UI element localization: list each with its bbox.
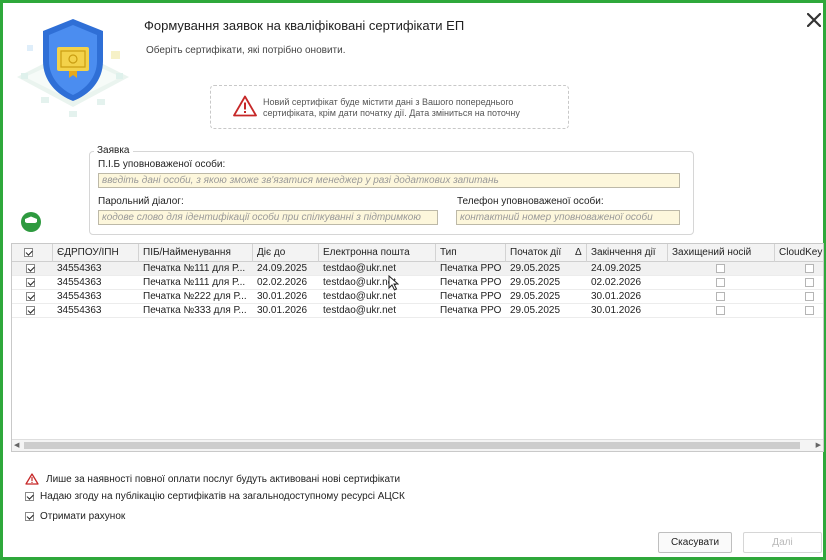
person-input[interactable]: введіть дані особи, з якою зможе зв'язат… xyxy=(98,173,680,188)
cell-code: 34554363 xyxy=(57,305,102,316)
cell-name: Печатка №333 для Р... xyxy=(143,305,247,316)
table-row[interactable]: 34554363 Печатка №111 для Р... 24.09.202… xyxy=(12,262,823,276)
cell-end: 02.02.2026 xyxy=(591,277,642,288)
cell-valid-to: 24.09.2025 xyxy=(257,263,308,274)
warning-icon xyxy=(233,95,257,117)
dialog-window: Формування заявок на кваліфіковані серти… xyxy=(0,0,826,560)
row-checkbox[interactable] xyxy=(26,306,35,315)
cancel-button[interactable]: Скасувати xyxy=(658,532,732,553)
cell-start: 29.05.2025 xyxy=(510,305,561,316)
cell-end: 30.01.2026 xyxy=(591,305,642,316)
col-start[interactable]: Початок дії Δ xyxy=(506,244,587,262)
invoice-label[interactable]: Отримати рахунок xyxy=(40,511,125,522)
row-checkbox[interactable] xyxy=(26,278,35,287)
cloudkey-checkbox[interactable] xyxy=(805,264,814,273)
cell-type: Печатка РРО xyxy=(440,291,502,302)
table-header: ЄДРПОУ/ІПН ПІБ/Найменування Діє до Елект… xyxy=(12,244,823,262)
secure-media-checkbox[interactable] xyxy=(716,292,725,301)
cell-email: testdao@ukr.net xyxy=(323,277,396,288)
person-label: П.І.Б уповноваженої особи: xyxy=(98,159,226,170)
warning-icon xyxy=(25,473,39,485)
info-warning-box: Новий сертифікат буде містити дані з Ваш… xyxy=(210,85,569,129)
warning-text: Новий сертифікат буде містити дані з Ваш… xyxy=(263,97,520,118)
horizontal-scrollbar[interactable]: ◀ ▶ xyxy=(12,439,823,451)
dialog-subtitle: Оберіть сертифікати, які потрібно оновит… xyxy=(146,45,346,56)
cell-name: Печатка №111 для Р... xyxy=(143,263,246,274)
payment-notice-text: Лише за наявності повної оплати послуг б… xyxy=(46,473,401,485)
cell-code: 34554363 xyxy=(57,277,102,288)
col-end[interactable]: Закінчення дії xyxy=(587,244,668,262)
header-select-all-cell xyxy=(12,244,53,262)
secure-media-checkbox[interactable] xyxy=(716,264,725,273)
cell-valid-to: 02.02.2026 xyxy=(257,277,308,288)
col-secure-media[interactable]: Захищений носій xyxy=(668,244,775,262)
secure-media-checkbox[interactable] xyxy=(716,306,725,315)
cell-type: Печатка РРО xyxy=(440,277,502,288)
cell-code: 34554363 xyxy=(57,263,102,274)
cell-type: Печатка РРО xyxy=(440,263,502,274)
cloudkey-checkbox[interactable] xyxy=(805,306,814,315)
table-row[interactable]: 34554363 Печатка №222 для Р... 30.01.202… xyxy=(12,290,823,304)
secure-media-checkbox[interactable] xyxy=(716,278,725,287)
shield-certificate-illustration xyxy=(17,19,129,117)
phone-input[interactable]: контактний номер уповноваженої особи xyxy=(456,210,680,225)
cell-end: 30.01.2026 xyxy=(591,291,642,302)
cell-code: 34554363 xyxy=(57,291,102,302)
application-legend: Заявка xyxy=(94,145,133,156)
consent-option[interactable]: Надаю згоду на публікацію сертифікатів н… xyxy=(25,491,405,502)
row-checkbox[interactable] xyxy=(26,292,35,301)
password-dialog-input[interactable]: кодове слово для ідентифікації особи при… xyxy=(98,210,438,225)
cell-valid-to: 30.01.2026 xyxy=(257,291,308,302)
cell-start: 29.05.2025 xyxy=(510,263,561,274)
cell-start: 29.05.2025 xyxy=(510,291,561,302)
certificate-badge-icon xyxy=(21,212,41,232)
cell-email: testdao@ukr.net xyxy=(323,305,396,316)
col-valid-to[interactable]: Діє до xyxy=(253,244,319,262)
col-cloudkey[interactable]: CloudKey xyxy=(775,244,823,262)
cell-type: Печатка РРО xyxy=(440,305,502,316)
cell-name: Печатка №111 для Р... xyxy=(143,277,246,288)
invoice-checkbox[interactable] xyxy=(25,512,34,521)
cell-valid-to: 30.01.2026 xyxy=(257,305,308,316)
invoice-option[interactable]: Отримати рахунок xyxy=(25,511,125,522)
scroll-right-icon[interactable]: ▶ xyxy=(816,441,821,449)
scroll-left-icon[interactable]: ◀ xyxy=(14,441,19,449)
consent-label[interactable]: Надаю згоду на публікацію сертифікатів н… xyxy=(40,491,405,502)
row-checkbox[interactable] xyxy=(26,264,35,273)
certificates-table: ЄДРПОУ/ІПН ПІБ/Найменування Діє до Елект… xyxy=(11,243,824,452)
table-row[interactable]: 34554363 Печатка №333 для Р... 30.01.202… xyxy=(12,304,823,318)
select-all-checkbox[interactable] xyxy=(24,248,33,257)
cell-email: testdao@ukr.net xyxy=(323,291,396,302)
col-name[interactable]: ПІБ/Найменування xyxy=(139,244,253,262)
scrollbar-thumb[interactable] xyxy=(24,442,800,449)
close-icon xyxy=(807,13,821,27)
table-row[interactable]: 34554363 Печатка №111 для Р... 02.02.202… xyxy=(12,276,823,290)
payment-notice: Лише за наявності повної оплати послуг б… xyxy=(25,473,400,485)
col-type[interactable]: Тип xyxy=(436,244,506,262)
cell-email: testdao@ukr.net xyxy=(323,263,396,274)
col-edrpou[interactable]: ЄДРПОУ/ІПН xyxy=(53,244,139,262)
cloudkey-checkbox[interactable] xyxy=(805,278,814,287)
phone-label: Телефон уповноваженої особи: xyxy=(457,196,604,207)
cloudkey-checkbox[interactable] xyxy=(805,292,814,301)
close-button[interactable] xyxy=(803,9,825,31)
col-start-label: Початок дії xyxy=(510,247,562,258)
password-label: Парольний діалог: xyxy=(98,196,184,207)
cell-start: 29.05.2025 xyxy=(510,277,561,288)
cell-name: Печатка №222 для Р... xyxy=(143,291,247,302)
dialog-title: Формування заявок на кваліфіковані серти… xyxy=(144,18,465,33)
next-button[interactable]: Далі xyxy=(743,532,822,553)
mouse-pointer-icon xyxy=(388,275,399,291)
sort-ascending-icon: Δ xyxy=(575,247,582,258)
cell-end: 24.09.2025 xyxy=(591,263,642,274)
col-email[interactable]: Електронна пошта xyxy=(319,244,436,262)
consent-checkbox[interactable] xyxy=(25,492,34,501)
